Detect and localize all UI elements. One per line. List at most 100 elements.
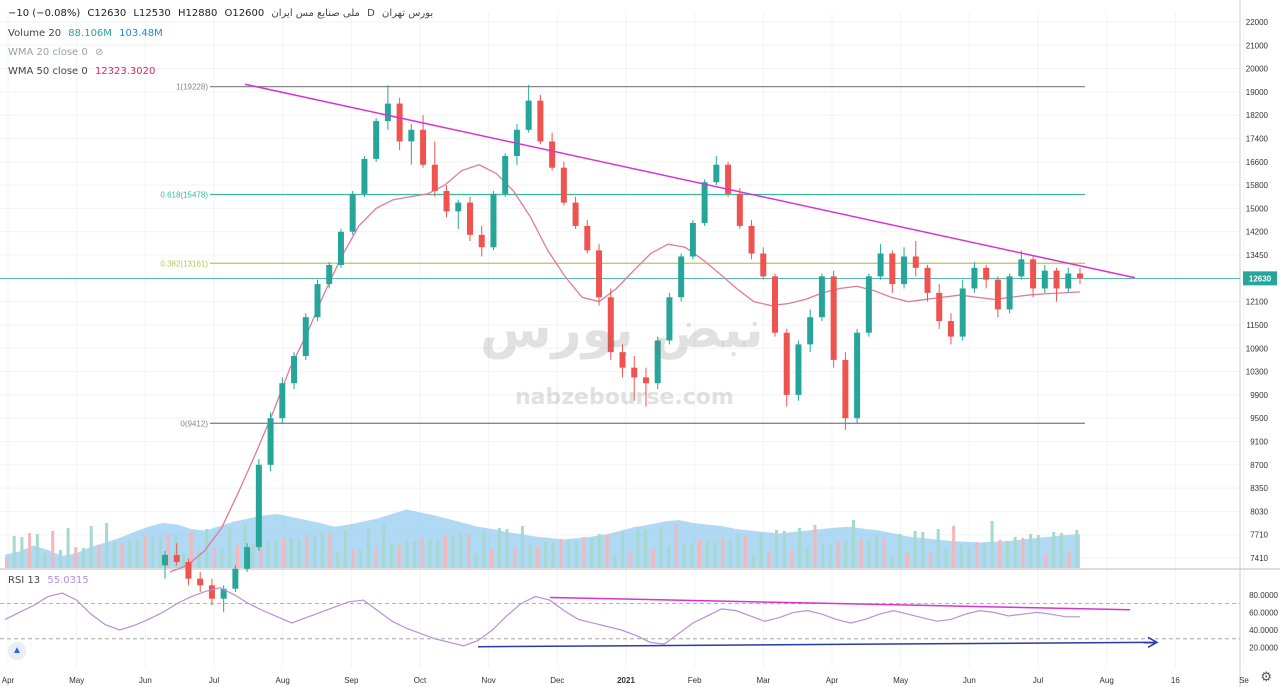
time-tick: 2021: [617, 676, 635, 685]
price-tick: 20000: [1246, 65, 1269, 74]
hidden-eye-icon[interactable]: ⊘: [95, 47, 103, 58]
volume-bar: [497, 528, 501, 568]
wma20-label: WMA 20 close 0: [8, 47, 88, 58]
volume-bar: [413, 542, 417, 568]
volume-bar: [913, 531, 917, 568]
volume-bar: [667, 546, 671, 568]
candle-body: [326, 264, 333, 285]
wma50-legend[interactable]: WMA 50 close 0 12323.3020: [8, 66, 159, 77]
volume-bar: [967, 546, 971, 568]
ohlc-change: −10 (−0.08%): [8, 8, 81, 19]
price-tick: 15800: [1246, 181, 1269, 190]
volume-bar: [690, 544, 694, 568]
volume-bar: [875, 536, 879, 568]
candle-body: [1006, 276, 1013, 310]
volume-bar: [536, 546, 540, 568]
trading-chart[interactable]: 1(19228)0.618(15478)0.382(13161)0(9412) …: [0, 0, 1280, 687]
candle-body: [1053, 270, 1060, 289]
rsi-tick: 60.0000: [1249, 608, 1278, 617]
volume-bar: [828, 545, 832, 568]
volume-bar: [759, 533, 763, 568]
volume-bar: [505, 529, 509, 568]
volume-bar: [459, 533, 463, 568]
volume-bar: [936, 529, 940, 568]
volume-legend[interactable]: Volume 20 88.106M 103.48M: [8, 28, 167, 39]
wma20-legend[interactable]: WMA 20 close 0 ⊘: [8, 47, 107, 58]
time-tick: Oct: [414, 676, 427, 685]
candle-body: [361, 158, 368, 194]
fib-label: 0.618(15478): [160, 191, 208, 200]
volume-bar: [66, 528, 70, 568]
volume-bar: [651, 549, 655, 568]
candle-body: [537, 100, 544, 142]
volume-bar: [443, 536, 447, 568]
price-tick: 9900: [1250, 391, 1268, 400]
candle-body: [314, 284, 321, 318]
candle-body: [420, 129, 427, 165]
price-tick: 8700: [1250, 461, 1268, 470]
rsi-tick: 80.0000: [1249, 591, 1278, 600]
candle-body: [478, 234, 485, 248]
symbol-name[interactable]: ملی صنایع مس ایران: [271, 8, 360, 19]
candle-body: [877, 253, 884, 277]
volume-bar: [474, 553, 478, 568]
interval[interactable]: D: [367, 8, 375, 19]
volume-bar: [397, 545, 401, 568]
ohlc-close: C12630: [87, 8, 127, 19]
candle-body: [349, 193, 356, 232]
time-tick: Jun: [139, 676, 152, 685]
volume-bar: [744, 536, 748, 568]
wma50-value: 12323.3020: [94, 66, 156, 77]
candle-body: [560, 167, 567, 203]
candle-body: [795, 344, 802, 395]
volume-bar: [574, 541, 578, 568]
candle-body: [736, 193, 743, 226]
volume-bar: [713, 542, 717, 568]
candle-body: [455, 202, 462, 212]
candle-body: [1030, 259, 1037, 289]
time-tick: Jul: [1033, 676, 1043, 685]
volume-bar: [382, 525, 386, 568]
volume-bar: [682, 543, 686, 568]
volume-bar: [482, 531, 486, 568]
time-tick: Se: [1239, 676, 1249, 685]
candle-body: [337, 231, 344, 265]
candle-body: [431, 164, 438, 191]
volume-value-1: 88.106M: [68, 28, 112, 39]
volume-bar: [282, 537, 286, 568]
rsi-tick: 20.0000: [1249, 644, 1278, 653]
volume-bar: [251, 543, 255, 568]
volume-bar: [852, 520, 855, 568]
volume-bar: [428, 539, 432, 568]
volume-bar: [905, 553, 909, 568]
price-tick: 13450: [1246, 251, 1269, 260]
candle-body: [244, 547, 251, 569]
volume-bar: [590, 538, 594, 568]
volume-bar: [721, 538, 725, 568]
time-tick: 16: [1171, 676, 1180, 685]
volume-bar: [898, 534, 902, 568]
time-tick: May: [893, 676, 908, 685]
candle-body: [619, 352, 626, 368]
price-tick: 19000: [1246, 88, 1269, 97]
volume-bar: [1044, 554, 1048, 568]
volume-bar: [405, 541, 409, 568]
volume-bar: [1029, 534, 1033, 568]
volume-bar: [305, 535, 309, 568]
volume-bar: [844, 542, 848, 568]
volume-bar: [798, 528, 802, 568]
volume-bar: [297, 539, 301, 568]
volume-bar: [867, 540, 871, 568]
ohlc-open: O12600: [224, 8, 265, 19]
time-tick: Sep: [344, 676, 359, 685]
volume-bar: [451, 537, 455, 568]
volume-bar: [12, 536, 16, 568]
gear-icon[interactable]: ⚙: [1260, 669, 1272, 685]
scroll-arrow-icon[interactable]: ▲: [8, 642, 26, 660]
volume-bar: [767, 552, 771, 568]
rsi-legend[interactable]: RSI 13 55.0315: [8, 575, 93, 586]
volume-bar: [43, 553, 47, 568]
volume-bar: [5, 558, 8, 568]
candle-body: [713, 164, 720, 183]
candle-body: [666, 297, 673, 341]
